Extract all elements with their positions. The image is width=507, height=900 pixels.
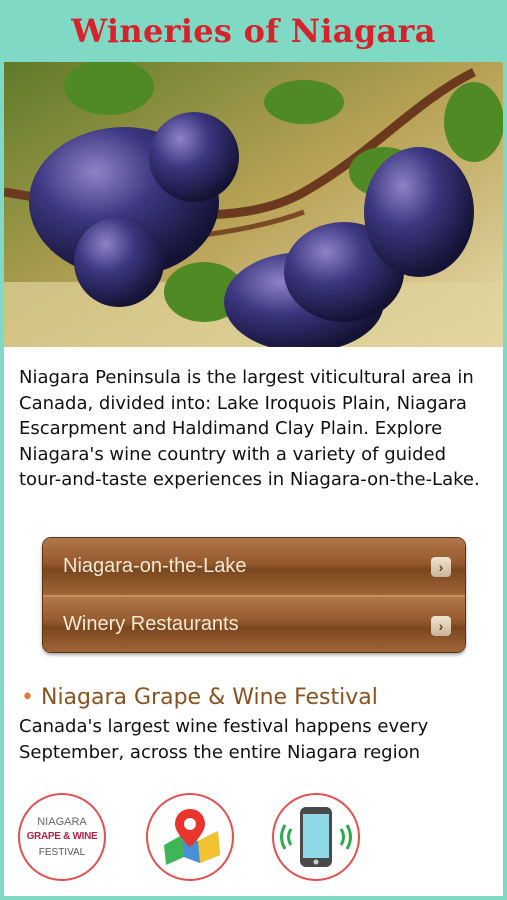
logo-line-3: FESTIVAL — [38, 847, 86, 858]
bullet-icon: • — [21, 685, 34, 710]
menu-item-winery-restaurants[interactable]: Winery Restaurants › — [43, 595, 465, 652]
festival-logo-button[interactable]: NIAGARA GRAPE & WINE FESTIVAL — [18, 793, 106, 881]
logo-line-2: GRAPE & WINE — [26, 831, 98, 842]
festival-logo-icon: NIAGARA GRAPE & WINE FESTIVAL — [20, 795, 104, 879]
content-panel: Niagara Peninsula is the largest viticul… — [4, 347, 503, 896]
map-button[interactable] — [146, 793, 234, 881]
menu-list: Niagara-on-the-Lake › Winery Restaurants… — [42, 537, 466, 653]
chevron-right-icon: › — [431, 557, 451, 577]
hero-image — [4, 62, 503, 347]
chevron-right-icon: › — [431, 616, 451, 636]
phone-vibrate-icon — [280, 807, 352, 867]
grapes-photo — [4, 62, 503, 347]
logo-line-1: NIAGARA — [37, 816, 87, 828]
map-pin-icon — [164, 809, 220, 865]
header: Wineries of Niagara — [0, 0, 507, 62]
menu-item-label: Winery Restaurants — [63, 613, 239, 635]
intro-text: Niagara Peninsula is the largest viticul… — [19, 367, 480, 490]
phone-button[interactable] — [272, 793, 360, 881]
festival-description: Canada's largest wine festival happens e… — [19, 716, 429, 763]
page-title: Wineries of Niagara — [71, 12, 436, 50]
menu-item-niagara-on-the-lake[interactable]: Niagara-on-the-Lake › — [43, 538, 465, 595]
app-frame: Wineries of Niagara Niagara Peninsula is… — [0, 0, 507, 900]
icon-row: NIAGARA GRAPE & WINE FESTIVAL — [4, 787, 503, 887]
festival-heading[interactable]: • Niagara Grape & Wine Festival — [21, 685, 378, 710]
festival-title: Niagara Grape & Wine Festival — [40, 685, 378, 710]
menu-item-label: Niagara-on-the-Lake — [63, 555, 247, 577]
